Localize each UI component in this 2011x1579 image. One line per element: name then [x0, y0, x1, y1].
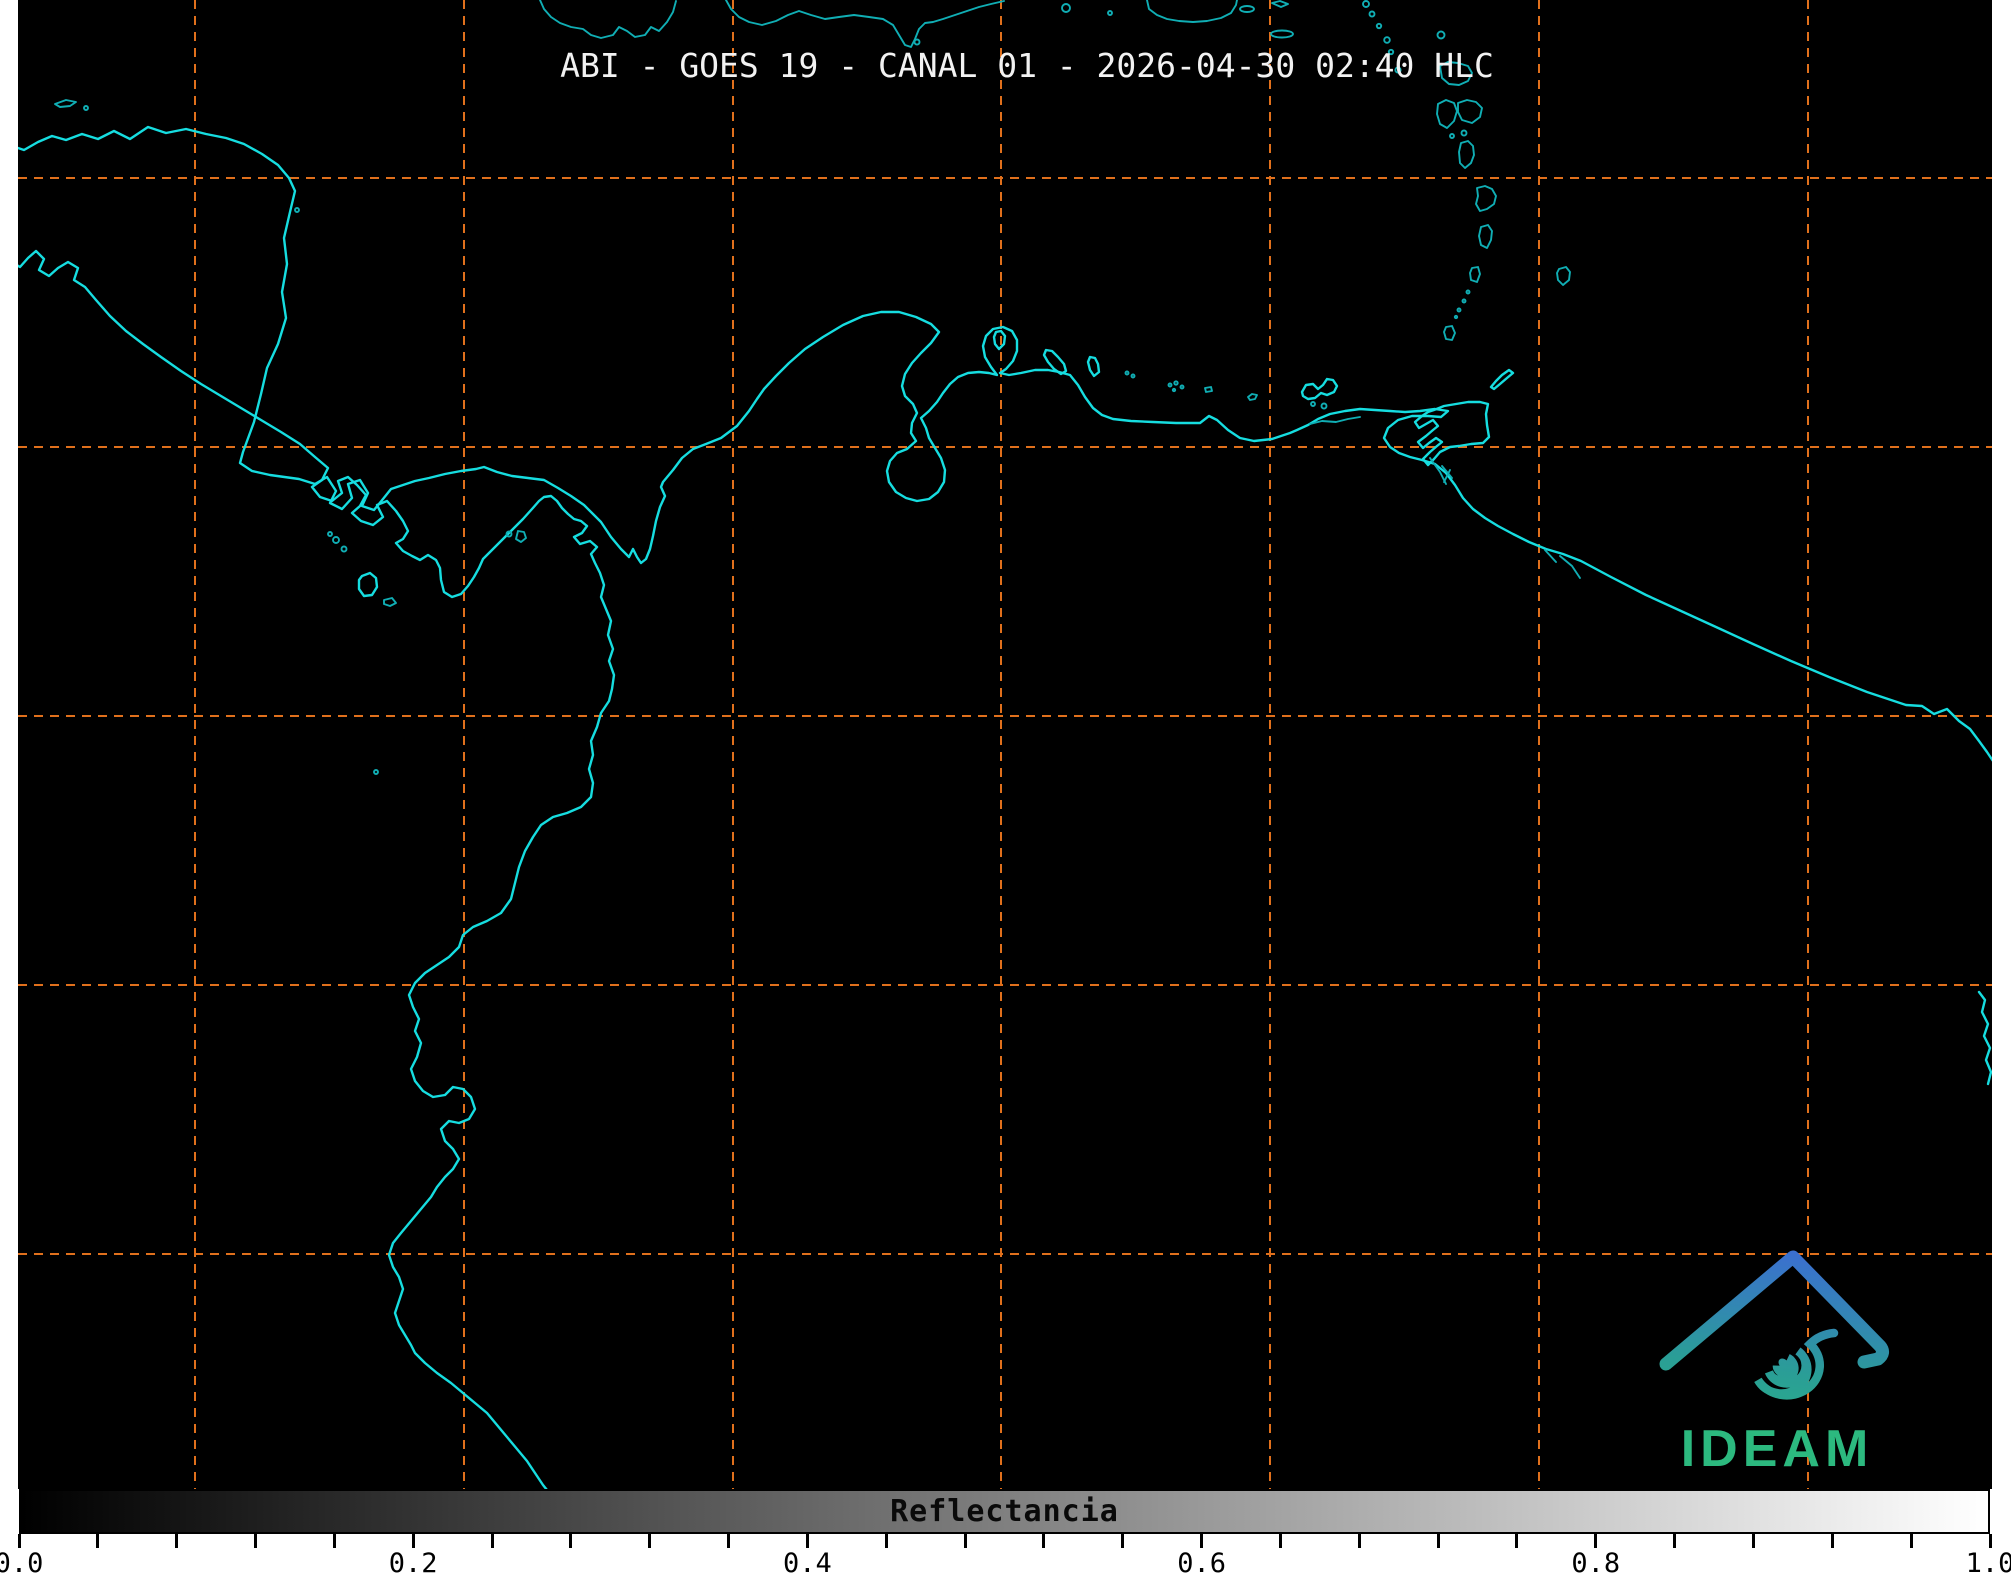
image-title: ABI - GOES 19 - CANAL 01 - 2026-04-30 02…	[560, 46, 1494, 85]
colorbar-tick	[1515, 1534, 1519, 1548]
logo-spiral-eye	[1778, 1358, 1786, 1366]
colorbar-tick-label: 0.8	[1571, 1548, 1621, 1579]
colorbar-tick	[1278, 1534, 1282, 1548]
colorbar-tick-label: 0.2	[388, 1548, 438, 1579]
colorbar-tick	[569, 1534, 573, 1548]
colorbar-tick	[411, 1534, 415, 1548]
colorbar-tick	[805, 1534, 809, 1548]
colorbar-tick	[648, 1534, 652, 1548]
colorbar-tick	[963, 1534, 967, 1548]
colorbar-tick	[175, 1534, 179, 1548]
colorbar-tick	[1751, 1534, 1755, 1548]
colorbar-tick	[1909, 1534, 1913, 1548]
colorbar-tick	[1830, 1534, 1834, 1548]
colorbar-tick	[17, 1534, 21, 1548]
colorbar-tick	[332, 1534, 336, 1548]
colorbar-tick	[1042, 1534, 1046, 1548]
colorbar-tick	[1436, 1534, 1440, 1548]
colorbar-tick	[490, 1534, 494, 1548]
colorbar-tick	[254, 1534, 258, 1548]
colorbar-tick	[884, 1534, 888, 1548]
colorbar-tick	[1357, 1534, 1361, 1548]
colorbar-tick	[1200, 1534, 1204, 1548]
colorbar-tick-label: 1.0	[1965, 1548, 2011, 1579]
colorbar-tick	[1121, 1534, 1125, 1548]
colorbar-label: Reflectancia	[890, 1494, 1119, 1529]
colorbar-tick-label: 0.6	[1177, 1548, 1226, 1579]
colorbar-tick	[96, 1534, 100, 1548]
colorbar-tick-label: 0.4	[783, 1548, 832, 1579]
colorbar-tick	[727, 1534, 731, 1548]
logo-wordmark: IDEAM	[1681, 1420, 1874, 1478]
colorbar-tick	[1988, 1534, 1992, 1548]
satellite-image-viewer: { "header": { "title": "ABI - GOES 19 - …	[0, 0, 2011, 1579]
satellite-map-canvas: IDEAM	[18, 0, 1992, 1489]
colorbar-tick	[1673, 1534, 1677, 1548]
colorbar-tick	[1594, 1534, 1598, 1548]
colorbar-tick-label: 0.0	[0, 1548, 44, 1579]
reflectance-colorbar: Reflectancia	[19, 1489, 1990, 1534]
map-background	[18, 0, 1992, 1489]
